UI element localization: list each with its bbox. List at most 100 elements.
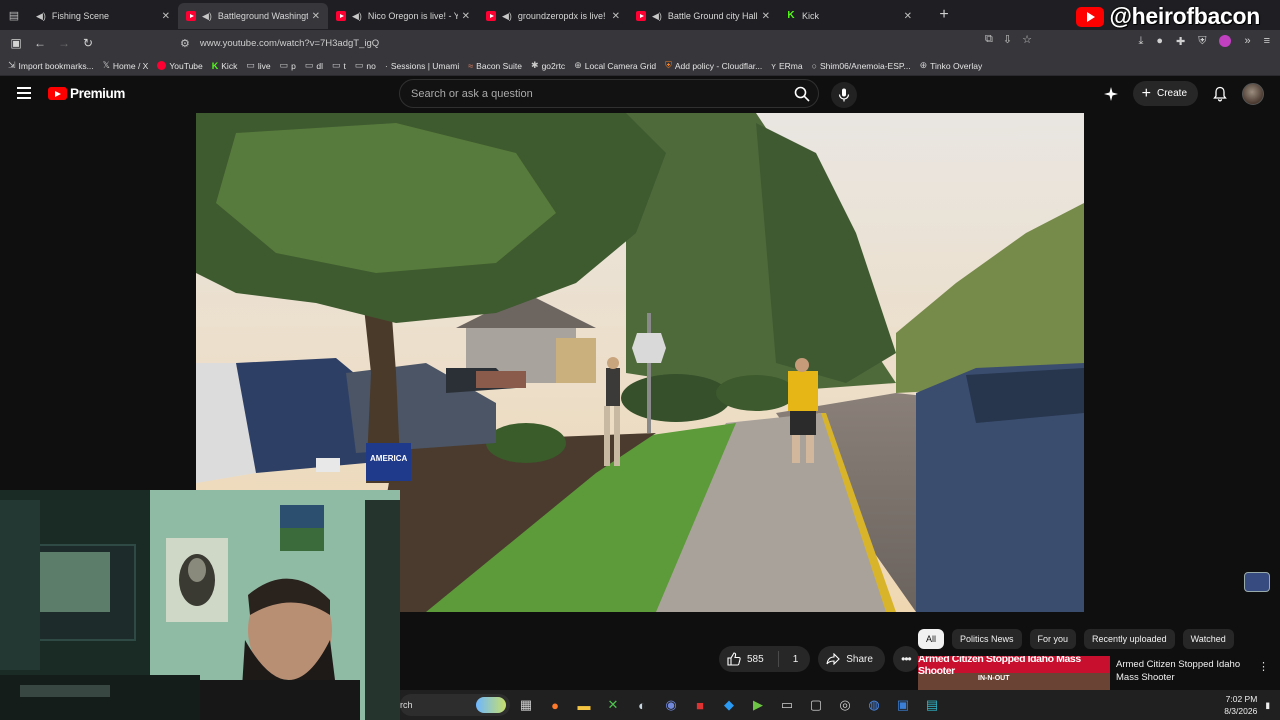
browser-tab-active[interactable]: ◀) Battleground Washington ✕ bbox=[178, 3, 328, 29]
dislike-button[interactable]: 1 bbox=[779, 654, 811, 665]
bookmark-folder[interactable]: ▭ dl bbox=[305, 60, 323, 71]
notification-center-icon[interactable]: ▮ bbox=[1265, 699, 1270, 711]
downloads-icon[interactable]: ⤓ bbox=[1138, 35, 1143, 48]
bookmark-item[interactable]: · Sessions | Umami bbox=[385, 61, 459, 71]
bookmark-item[interactable]: ⊕ Tinko Overlay bbox=[920, 60, 983, 71]
hamburger-menu-icon[interactable] bbox=[17, 87, 31, 99]
tab-list-icon[interactable]: ▤ bbox=[0, 0, 28, 30]
bookmark-label: ERma bbox=[778, 60, 803, 71]
site-info-icon[interactable]: ⚙ bbox=[180, 37, 190, 50]
windows-taskbar: rch ▦ ● ▬ ✕ ◐ ◉ ■ ◆ ▶ ▭ ▢ ◎ ◍ ▣ ▤ 7:02 P… bbox=[400, 690, 1280, 720]
bookmark-item[interactable]: ⊕ Local Camera Grid bbox=[574, 60, 656, 71]
extensions-puzzle-icon[interactable]: ✚ bbox=[1176, 35, 1185, 48]
plus-icon: + bbox=[1141, 84, 1151, 102]
bookmark-item[interactable]: ⇲ Import bookmarks... bbox=[8, 60, 94, 71]
chrome-icon[interactable]: ◍ bbox=[864, 695, 884, 715]
dislike-count: 1 bbox=[792, 653, 799, 665]
taskbar-search-text: rch bbox=[400, 700, 413, 710]
close-tab-icon[interactable]: ✕ bbox=[612, 11, 620, 22]
bookmark-folder[interactable]: ▭ t bbox=[332, 60, 346, 71]
create-button[interactable]: + Create bbox=[1132, 81, 1198, 106]
search-button[interactable] bbox=[785, 80, 818, 107]
obs-icon[interactable]: ◎ bbox=[835, 695, 855, 715]
obs-app-icon[interactable]: ■ bbox=[690, 695, 710, 715]
bookmark-item[interactable]: K Kick bbox=[212, 61, 238, 71]
recommendation-menu-icon[interactable]: ⋮ bbox=[1258, 660, 1269, 673]
notifications-bell-icon[interactable] bbox=[1212, 86, 1228, 102]
install-app-icon[interactable]: ⇩ bbox=[1003, 33, 1012, 46]
bookmark-item[interactable]: ≈ Bacon Suite bbox=[468, 61, 522, 71]
url-field[interactable]: ⚙ www.youtube.com/watch?v=7H3adgT_igQ ⧉ … bbox=[172, 33, 1032, 53]
file-explorer-icon[interactable]: ▬ bbox=[574, 695, 594, 715]
bookmark-item[interactable]: ✱ go2rtc bbox=[531, 60, 565, 71]
notepad-icon[interactable]: ▤ bbox=[922, 695, 942, 715]
forward-button[interactable]: → bbox=[52, 31, 76, 55]
reload-button[interactable]: ↻ bbox=[76, 31, 100, 55]
voice-search-button[interactable] bbox=[831, 82, 857, 108]
youtube-favicon-icon bbox=[336, 11, 346, 21]
close-tab-icon[interactable]: ✕ bbox=[762, 11, 770, 22]
chip-for-you[interactable]: For you bbox=[1029, 629, 1077, 649]
terminal-app-icon[interactable]: ▶ bbox=[748, 695, 768, 715]
chip-all[interactable]: All bbox=[918, 629, 945, 649]
clock-time: 7:02 PM bbox=[1225, 694, 1258, 704]
browser-tab[interactable]: ◀) Battle Ground city Hall - Yo ✕ bbox=[628, 3, 778, 29]
sparkle-icon[interactable] bbox=[1103, 86, 1119, 102]
bookmark-item[interactable]: YouTube bbox=[157, 61, 203, 71]
shield-extension-icon[interactable]: ⛨ bbox=[1198, 35, 1206, 48]
close-tab-icon[interactable]: ✕ bbox=[312, 11, 320, 22]
like-button[interactable]: 585 bbox=[727, 651, 779, 667]
extension-icon[interactable]: ● bbox=[1156, 35, 1163, 48]
globe-icon: ⊕ bbox=[919, 60, 928, 70]
more-actions-icon[interactable]: ••• bbox=[892, 646, 919, 672]
search-input[interactable]: Search or ask a question bbox=[399, 79, 819, 108]
close-tab-icon[interactable]: ✕ bbox=[162, 11, 170, 22]
browser-tab[interactable]: ◀) groundzeropdx is live! - You ✕ bbox=[478, 3, 628, 29]
task-view-icon[interactable]: ▦ bbox=[516, 695, 536, 715]
browser-menu-icon[interactable]: ≡ bbox=[1264, 35, 1270, 48]
picture-in-picture-icon[interactable]: ⧉ bbox=[985, 33, 993, 46]
chip-recently-uploaded[interactable]: Recently uploaded bbox=[1084, 629, 1175, 649]
browser-tab[interactable]: K Kick ✕ bbox=[778, 3, 920, 29]
chip-politics-news[interactable]: Politics News bbox=[952, 629, 1022, 649]
audio-icon: ◀) bbox=[202, 10, 212, 21]
discord-icon[interactable]: ◉ bbox=[661, 695, 681, 715]
browser-tab[interactable]: ◀) Nico Oregon is live! - YouT ✕ bbox=[328, 3, 478, 29]
more-extensions-icon[interactable]: » bbox=[1244, 35, 1250, 48]
bookmark-item[interactable]: ʏ ERma bbox=[771, 61, 802, 71]
chip-watched[interactable]: Watched bbox=[1182, 629, 1234, 649]
window-icon[interactable]: ▢ bbox=[806, 695, 826, 715]
clock[interactable]: 7:02 PM 8/3/2026 bbox=[1224, 693, 1257, 717]
xbox-icon[interactable]: ✕ bbox=[603, 695, 623, 715]
youtube-premium-logo[interactable]: Premium bbox=[48, 86, 125, 101]
back-button[interactable]: ← bbox=[28, 31, 52, 55]
close-tab-icon[interactable]: ✕ bbox=[904, 11, 912, 22]
new-tab-button[interactable]: + bbox=[934, 6, 954, 24]
browser-tab[interactable]: ◀) Fishing Scene ✕ bbox=[28, 3, 178, 29]
address-bar-row: ▣ ← → ↻ ⚙ www.youtube.com/watch?v=7H3adg… bbox=[0, 30, 1280, 56]
terminal-icon[interactable]: ▭ bbox=[777, 695, 797, 715]
search-highlight-icon bbox=[476, 697, 506, 713]
share-button[interactable]: Share bbox=[818, 646, 885, 672]
bookmark-item[interactable]: 𝕏 Home / X bbox=[103, 60, 149, 71]
recommendation-title[interactable]: Armed Citizen Stopped Idaho Mass Shooter bbox=[1116, 658, 1256, 684]
vscode-icon[interactable]: ◆ bbox=[719, 695, 739, 715]
steam-icon[interactable]: ◐ bbox=[632, 695, 652, 715]
channel-watermark-icon[interactable] bbox=[1244, 572, 1270, 592]
sidebar-toggle-icon[interactable]: ▣ bbox=[4, 31, 28, 55]
profile-extension-icon[interactable] bbox=[1219, 35, 1232, 47]
firefox-icon[interactable]: ● bbox=[545, 695, 565, 715]
close-tab-icon[interactable]: ✕ bbox=[462, 11, 470, 22]
bookmark-label: Tinko Overlay bbox=[930, 60, 983, 71]
avatar[interactable] bbox=[1242, 82, 1264, 105]
bookmark-star-icon[interactable]: ☆ bbox=[1022, 33, 1032, 46]
bookmark-item[interactable]: ○ Shim06/Anemoia-ESP... bbox=[812, 61, 911, 71]
app-icon[interactable]: ▣ bbox=[893, 695, 913, 715]
bookmark-folder[interactable]: ▭ live bbox=[246, 60, 270, 71]
taskbar-search[interactable]: rch bbox=[400, 694, 510, 716]
bookmark-folder[interactable]: ▭ p bbox=[280, 60, 296, 71]
folder-icon: ▭ bbox=[279, 60, 289, 70]
taskbar-apps: ▦ ● ▬ ✕ ◐ ◉ ■ ◆ ▶ ▭ ▢ ◎ ◍ ▣ ▤ bbox=[516, 695, 942, 715]
bookmark-item[interactable]: ⛨ Add policy - Cloudflar... bbox=[665, 60, 762, 71]
bookmark-folder[interactable]: ▭ no bbox=[355, 60, 376, 71]
